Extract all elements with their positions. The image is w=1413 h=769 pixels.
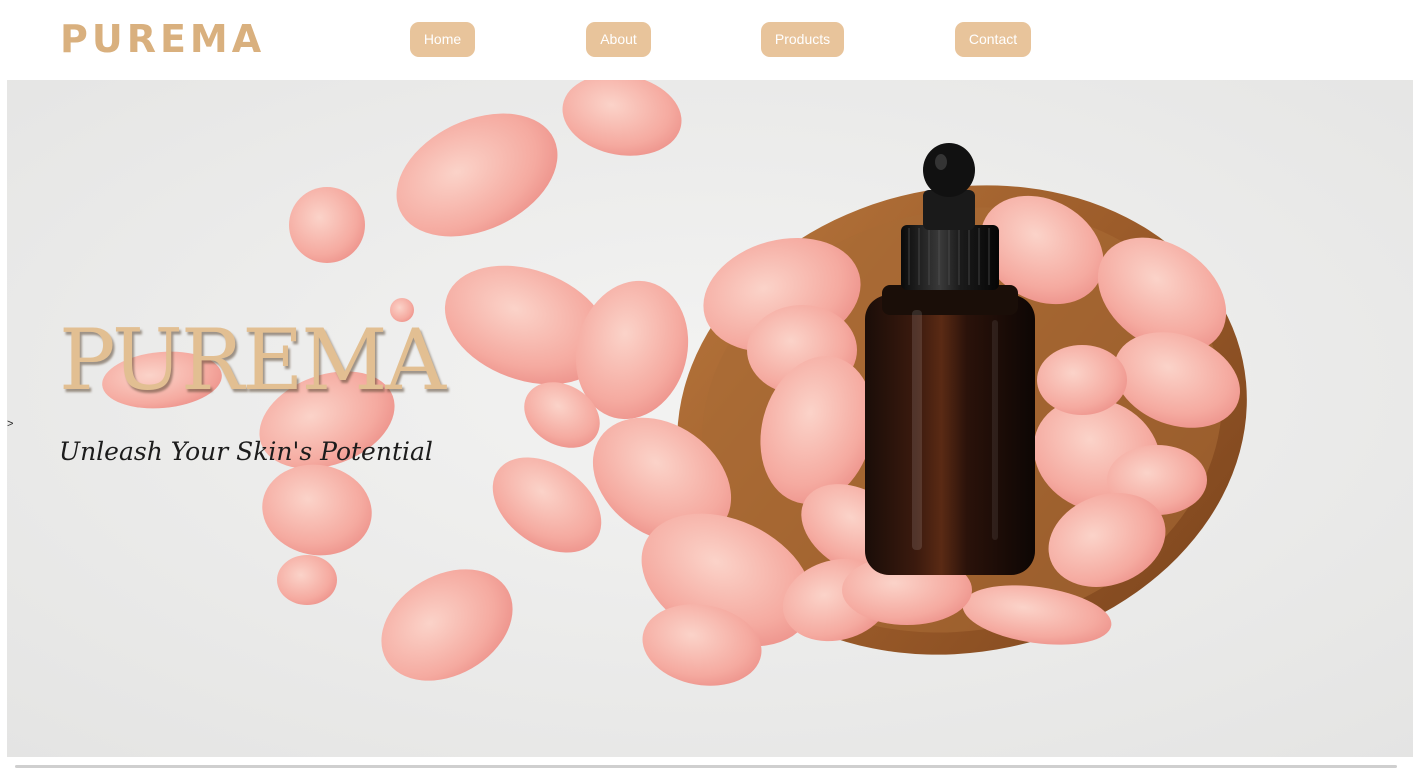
nav-about-button[interactable]: About [586,22,651,57]
nav-products-button[interactable]: Products [761,22,844,57]
hero-tagline: Unleash Your Skin's Potential [59,437,433,466]
hero-title: PUREMA [59,311,446,409]
stray-text: > [7,418,14,430]
nav-home-button[interactable]: Home [410,22,475,57]
brand-logo[interactable]: PUREMA [60,18,261,60]
site-header: PUREMA Home About Products Contact [0,0,1413,80]
hero-banner: PUREMA Unleash Your Skin's Potential [7,80,1413,757]
horizontal-scrollbar[interactable] [15,765,1397,768]
nav-contact-button[interactable]: Contact [955,22,1031,57]
brand-logo-text: PUREMA [60,17,266,61]
hero-background-image [7,80,1413,757]
